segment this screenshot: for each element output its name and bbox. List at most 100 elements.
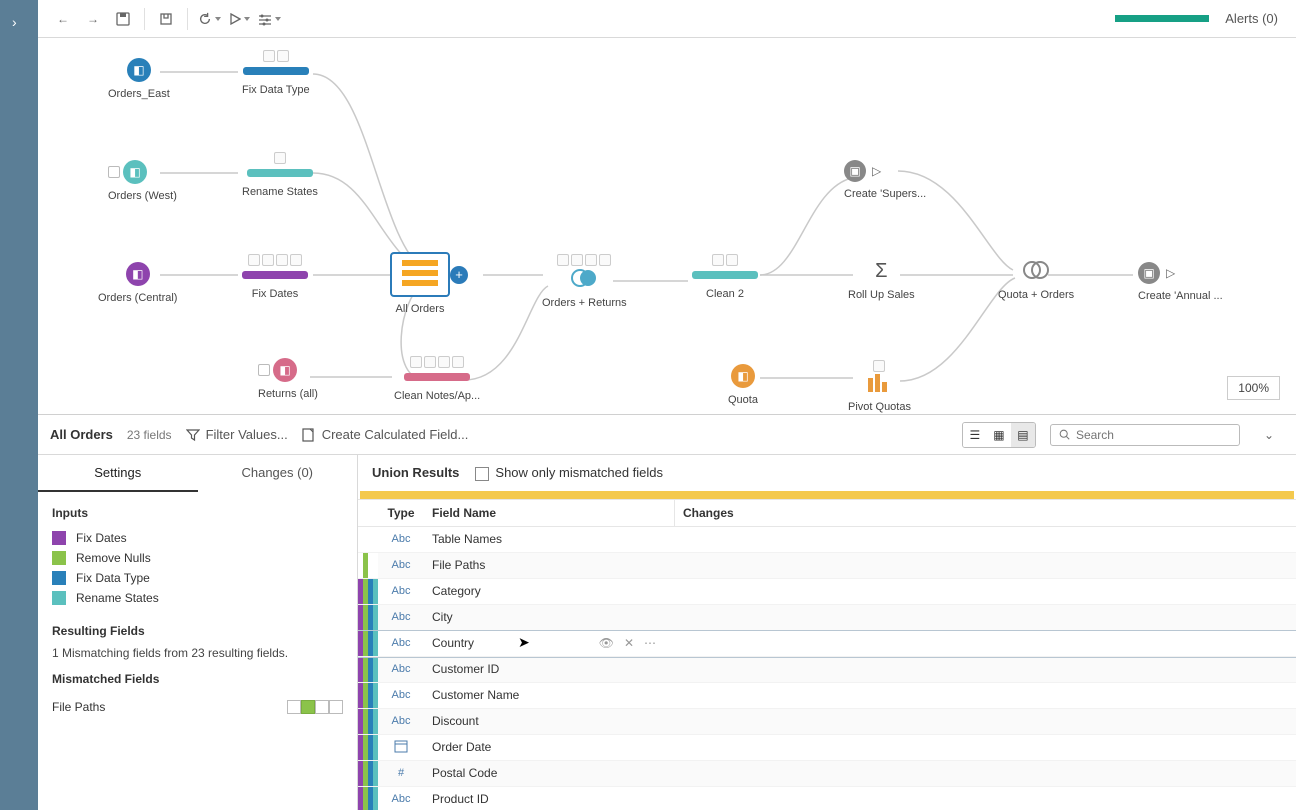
node-rollup[interactable]: Σ Roll Up Sales bbox=[848, 260, 915, 301]
pivot-icon bbox=[868, 374, 890, 392]
view-toggle[interactable]: ☰ ▦ ▤ bbox=[962, 422, 1036, 448]
field-name-cell[interactable]: City bbox=[424, 610, 674, 624]
add-step-button[interactable]: + bbox=[450, 266, 468, 284]
mismatch-indicators bbox=[287, 700, 343, 714]
field-name-cell[interactable]: Order Date bbox=[424, 740, 674, 754]
expand-rail-icon[interactable]: › bbox=[12, 14, 17, 30]
col-type[interactable]: Type bbox=[378, 500, 424, 526]
node-quota[interactable]: ◧ Quota bbox=[728, 364, 758, 406]
type-cell[interactable]: Abc bbox=[378, 793, 424, 805]
input-item[interactable]: Rename States bbox=[52, 588, 343, 608]
node-quota-orders[interactable]: Quota + Orders bbox=[998, 260, 1074, 301]
node-pivot-quotas[interactable]: Pivot Quotas bbox=[848, 360, 911, 413]
mismatched-item[interactable]: File Paths bbox=[52, 694, 343, 720]
table-row[interactable]: AbcCustomer ID bbox=[358, 657, 1296, 683]
table-row[interactable]: AbcDiscount bbox=[358, 709, 1296, 735]
node-orders-west[interactable]: ◧ Orders (West) bbox=[108, 160, 177, 202]
table-row[interactable]: AbcCity bbox=[358, 605, 1296, 631]
col-changes[interactable]: Changes bbox=[674, 500, 1296, 526]
remove-icon[interactable]: ✕ bbox=[624, 636, 634, 650]
search-box[interactable] bbox=[1050, 424, 1240, 446]
back-button[interactable]: ← bbox=[49, 5, 77, 33]
node-rename-states[interactable]: Rename States bbox=[242, 152, 318, 198]
type-cell[interactable]: Abc bbox=[378, 663, 424, 675]
table-row[interactable]: #Postal Code bbox=[358, 761, 1296, 787]
view-profile-icon[interactable]: ☰ bbox=[963, 423, 987, 447]
table-row[interactable]: AbcProduct ID bbox=[358, 787, 1296, 810]
input-label: Fix Dates bbox=[76, 531, 127, 545]
table-row[interactable]: AbcCountry👁✕⋯ bbox=[358, 631, 1296, 657]
col-field-name[interactable]: Field Name bbox=[424, 500, 674, 526]
refresh-button[interactable] bbox=[195, 5, 223, 33]
input-label: Rename States bbox=[76, 591, 159, 605]
mismatched-heading: Mismatched Fields bbox=[52, 672, 343, 686]
create-calc-button[interactable]: Create Calculated Field... bbox=[302, 427, 469, 442]
field-name-cell[interactable]: Table Names bbox=[424, 532, 674, 546]
type-cell[interactable]: Abc bbox=[378, 689, 424, 701]
field-name-cell[interactable]: File Paths bbox=[424, 558, 674, 572]
flow-edges bbox=[38, 38, 1296, 414]
type-cell[interactable] bbox=[378, 739, 424, 756]
more-icon[interactable]: ⋯ bbox=[644, 636, 656, 650]
node-all-orders[interactable]: + All Orders bbox=[390, 252, 450, 315]
input-item[interactable]: Fix Data Type bbox=[52, 568, 343, 588]
input-label: Remove Nulls bbox=[76, 551, 151, 565]
view-grid-icon[interactable]: ▤ bbox=[1011, 423, 1035, 447]
settings-button[interactable] bbox=[255, 5, 283, 33]
node-create-supers[interactable]: ▣▷ Create 'Supers... bbox=[844, 160, 926, 200]
db-icon: ◧ bbox=[123, 160, 147, 184]
type-cell[interactable]: Abc bbox=[378, 637, 424, 649]
input-item[interactable]: Fix Dates bbox=[52, 528, 343, 548]
filter-values-button[interactable]: Filter Values... bbox=[186, 427, 288, 442]
node-returns-all[interactable]: ◧ Returns (all) bbox=[258, 358, 318, 400]
flow-canvas[interactable]: ◧ Orders_East Fix Data Type ◧ Orders (We… bbox=[38, 38, 1296, 414]
alerts-label[interactable]: Alerts (0) bbox=[1225, 11, 1278, 26]
node-orders-central[interactable]: ◧ Orders (Central) bbox=[98, 262, 177, 304]
hide-icon[interactable]: 👁 bbox=[599, 636, 614, 650]
field-name-cell[interactable]: Customer ID bbox=[424, 662, 674, 676]
node-orders-east[interactable]: ◧ Orders_East bbox=[108, 58, 170, 100]
field-name-cell[interactable]: Country👁✕⋯ bbox=[424, 636, 674, 650]
field-name-cell[interactable]: Discount bbox=[424, 714, 674, 728]
input-item[interactable]: Remove Nulls bbox=[52, 548, 343, 568]
node-clean2[interactable]: Clean 2 bbox=[692, 254, 758, 300]
table-row[interactable]: AbcFile Paths bbox=[358, 553, 1296, 579]
table-row[interactable]: AbcTable Names bbox=[358, 527, 1296, 553]
run-button[interactable] bbox=[225, 5, 253, 33]
source-stripes bbox=[358, 683, 378, 708]
tab-changes[interactable]: Changes (0) bbox=[198, 455, 358, 492]
save-button[interactable] bbox=[109, 5, 137, 33]
step-title: All Orders bbox=[50, 427, 113, 442]
type-cell[interactable]: Abc bbox=[378, 533, 424, 545]
source-stripes bbox=[358, 631, 378, 656]
node-create-annual[interactable]: ▣▷ Create 'Annual ... bbox=[1138, 262, 1223, 302]
type-cell[interactable]: Abc bbox=[378, 585, 424, 597]
sigma-icon: Σ bbox=[848, 260, 915, 283]
output-icon: ▣ bbox=[1138, 262, 1160, 284]
table-row[interactable]: AbcCategory bbox=[358, 579, 1296, 605]
node-orders-returns[interactable]: Orders + Returns bbox=[542, 254, 627, 309]
connect-button[interactable] bbox=[152, 5, 180, 33]
source-stripes bbox=[358, 761, 378, 786]
field-name-cell[interactable]: Postal Code bbox=[424, 766, 674, 780]
node-fix-dates[interactable]: Fix Dates bbox=[242, 254, 308, 300]
view-list-icon[interactable]: ▦ bbox=[987, 423, 1011, 447]
field-name-cell[interactable]: Category bbox=[424, 584, 674, 598]
search-input[interactable] bbox=[1076, 428, 1231, 442]
field-name-cell[interactable]: Customer Name bbox=[424, 688, 674, 702]
tab-settings[interactable]: Settings bbox=[38, 455, 198, 492]
type-cell[interactable]: Abc bbox=[378, 715, 424, 727]
type-cell[interactable]: Abc bbox=[378, 611, 424, 623]
table-row[interactable]: AbcCustomer Name bbox=[358, 683, 1296, 709]
output-icon: ▣ bbox=[844, 160, 866, 182]
show-mismatch-checkbox[interactable]: Show only mismatched fields bbox=[475, 465, 663, 481]
zoom-label[interactable]: 100% bbox=[1227, 376, 1280, 400]
forward-button[interactable]: → bbox=[79, 5, 107, 33]
type-cell[interactable]: # bbox=[378, 767, 424, 779]
node-fix-data-type[interactable]: Fix Data Type bbox=[242, 50, 310, 96]
node-clean-notes[interactable]: Clean Notes/Ap... bbox=[394, 356, 480, 402]
type-cell[interactable]: Abc bbox=[378, 559, 424, 571]
table-row[interactable]: Order Date bbox=[358, 735, 1296, 761]
field-name-cell[interactable]: Product ID bbox=[424, 792, 674, 806]
collapse-button[interactable]: ⌄ bbox=[1254, 428, 1284, 442]
